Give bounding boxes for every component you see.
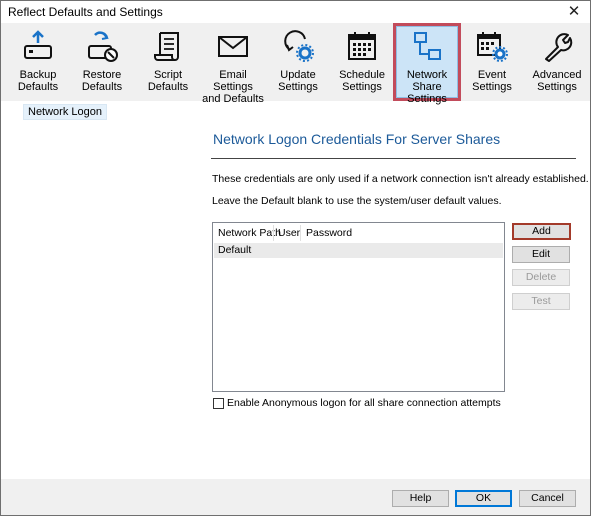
network-share-icon	[414, 32, 441, 60]
list-header: Network Path User Password	[213, 223, 504, 243]
envelope-icon	[218, 36, 248, 57]
toolbar-label: Settings	[342, 81, 382, 93]
toolbar-event-settings[interactable]: Event Settings	[465, 23, 519, 101]
sidebar: Network Logon	[1, 101, 201, 479]
toolbar-label: Schedule	[339, 69, 385, 81]
column-header-password[interactable]: Password	[306, 227, 352, 239]
toolbar-label: Settings	[407, 93, 447, 105]
restore-disk-icon	[88, 31, 118, 62]
page-title: Network Logon Credentials For Server Sha…	[213, 131, 501, 147]
column-separator	[300, 225, 301, 241]
toolbar-backup-defaults[interactable]: Backup Defaults	[9, 23, 67, 101]
info-text: Leave the Default blank to use the syste…	[212, 195, 502, 207]
column-header-network-path[interactable]: Network Path	[218, 227, 281, 239]
edit-button[interactable]: Edit	[512, 246, 570, 263]
wrench-icon	[545, 33, 573, 62]
toolbar-label: Email Settings	[213, 69, 253, 93]
toolbar-label: Settings	[472, 81, 512, 93]
toolbar-label: Defaults	[81, 81, 123, 93]
toolbar-label: Defaults	[17, 81, 59, 93]
window-title: Reflect Defaults and Settings	[8, 5, 163, 19]
toolbar-label: and Defaults	[202, 93, 264, 105]
ok-button[interactable]: OK	[455, 490, 512, 507]
toolbar-label: Advanced	[532, 69, 582, 81]
toolbar-network-share-settings[interactable]: Network Share Settings	[393, 23, 461, 105]
calendar-icon	[348, 32, 376, 60]
cancel-button[interactable]: Cancel	[519, 490, 576, 507]
table-row[interactable]: Default	[214, 243, 503, 258]
divider	[211, 158, 576, 159]
update-gear-icon	[284, 30, 314, 62]
toolbar-label: Script	[153, 69, 183, 81]
sidebar-item-network-logon[interactable]: Network Logon	[23, 104, 107, 120]
script-scroll-icon	[154, 32, 179, 61]
close-icon[interactable]: ✕	[564, 2, 584, 22]
toolbar-label: Defaults	[147, 81, 189, 93]
toolbar-label: Settings	[537, 81, 577, 93]
checkbox-box[interactable]	[213, 398, 224, 409]
toolbar-email-settings[interactable]: Email Settings and Defaults	[199, 23, 267, 105]
test-button[interactable]: Test	[512, 293, 570, 310]
toolbar-update-settings[interactable]: Update Settings	[271, 23, 325, 101]
delete-button[interactable]: Delete	[512, 269, 570, 286]
toolbar-label: Settings	[278, 81, 318, 93]
toolbar-label: Backup	[19, 69, 57, 81]
column-header-user[interactable]: User	[278, 227, 300, 239]
toolbar: Backup Defaults Restore Defaults Script Def…	[1, 23, 590, 105]
title-bar: Reflect Defaults and Settings ✕	[1, 1, 590, 23]
toolbar-label: Update	[280, 69, 316, 81]
column-separator	[273, 225, 274, 241]
add-button[interactable]: Add	[512, 223, 571, 240]
toolbar-label: Network Share	[406, 69, 448, 93]
calendar-gear-icon	[477, 32, 508, 62]
toolbar-schedule-settings[interactable]: Schedule Settings	[333, 23, 391, 101]
info-text: These credentials are only used if a net…	[212, 173, 589, 185]
toolbar-label: Event	[477, 69, 507, 81]
help-button[interactable]: Help	[392, 490, 449, 507]
toolbar-advanced-settings[interactable]: Advanced Settings	[527, 23, 587, 101]
settings-dialog: Reflect Defaults and Settings ✕ Backup De…	[0, 0, 591, 516]
network-path-cell: Default	[218, 244, 252, 256]
backup-disk-icon	[24, 30, 52, 59]
dialog-footer: Help OK Cancel	[1, 479, 590, 515]
toolbar-restore-defaults[interactable]: Restore Defaults	[73, 23, 131, 101]
credentials-list[interactable]: Network Path User Password Default	[212, 222, 505, 392]
checkbox-label: Enable Anonymous logon for all share con…	[227, 397, 501, 409]
toolbar-script-defaults[interactable]: Script Defaults	[139, 23, 197, 101]
toolbar-label: Restore	[82, 69, 122, 81]
